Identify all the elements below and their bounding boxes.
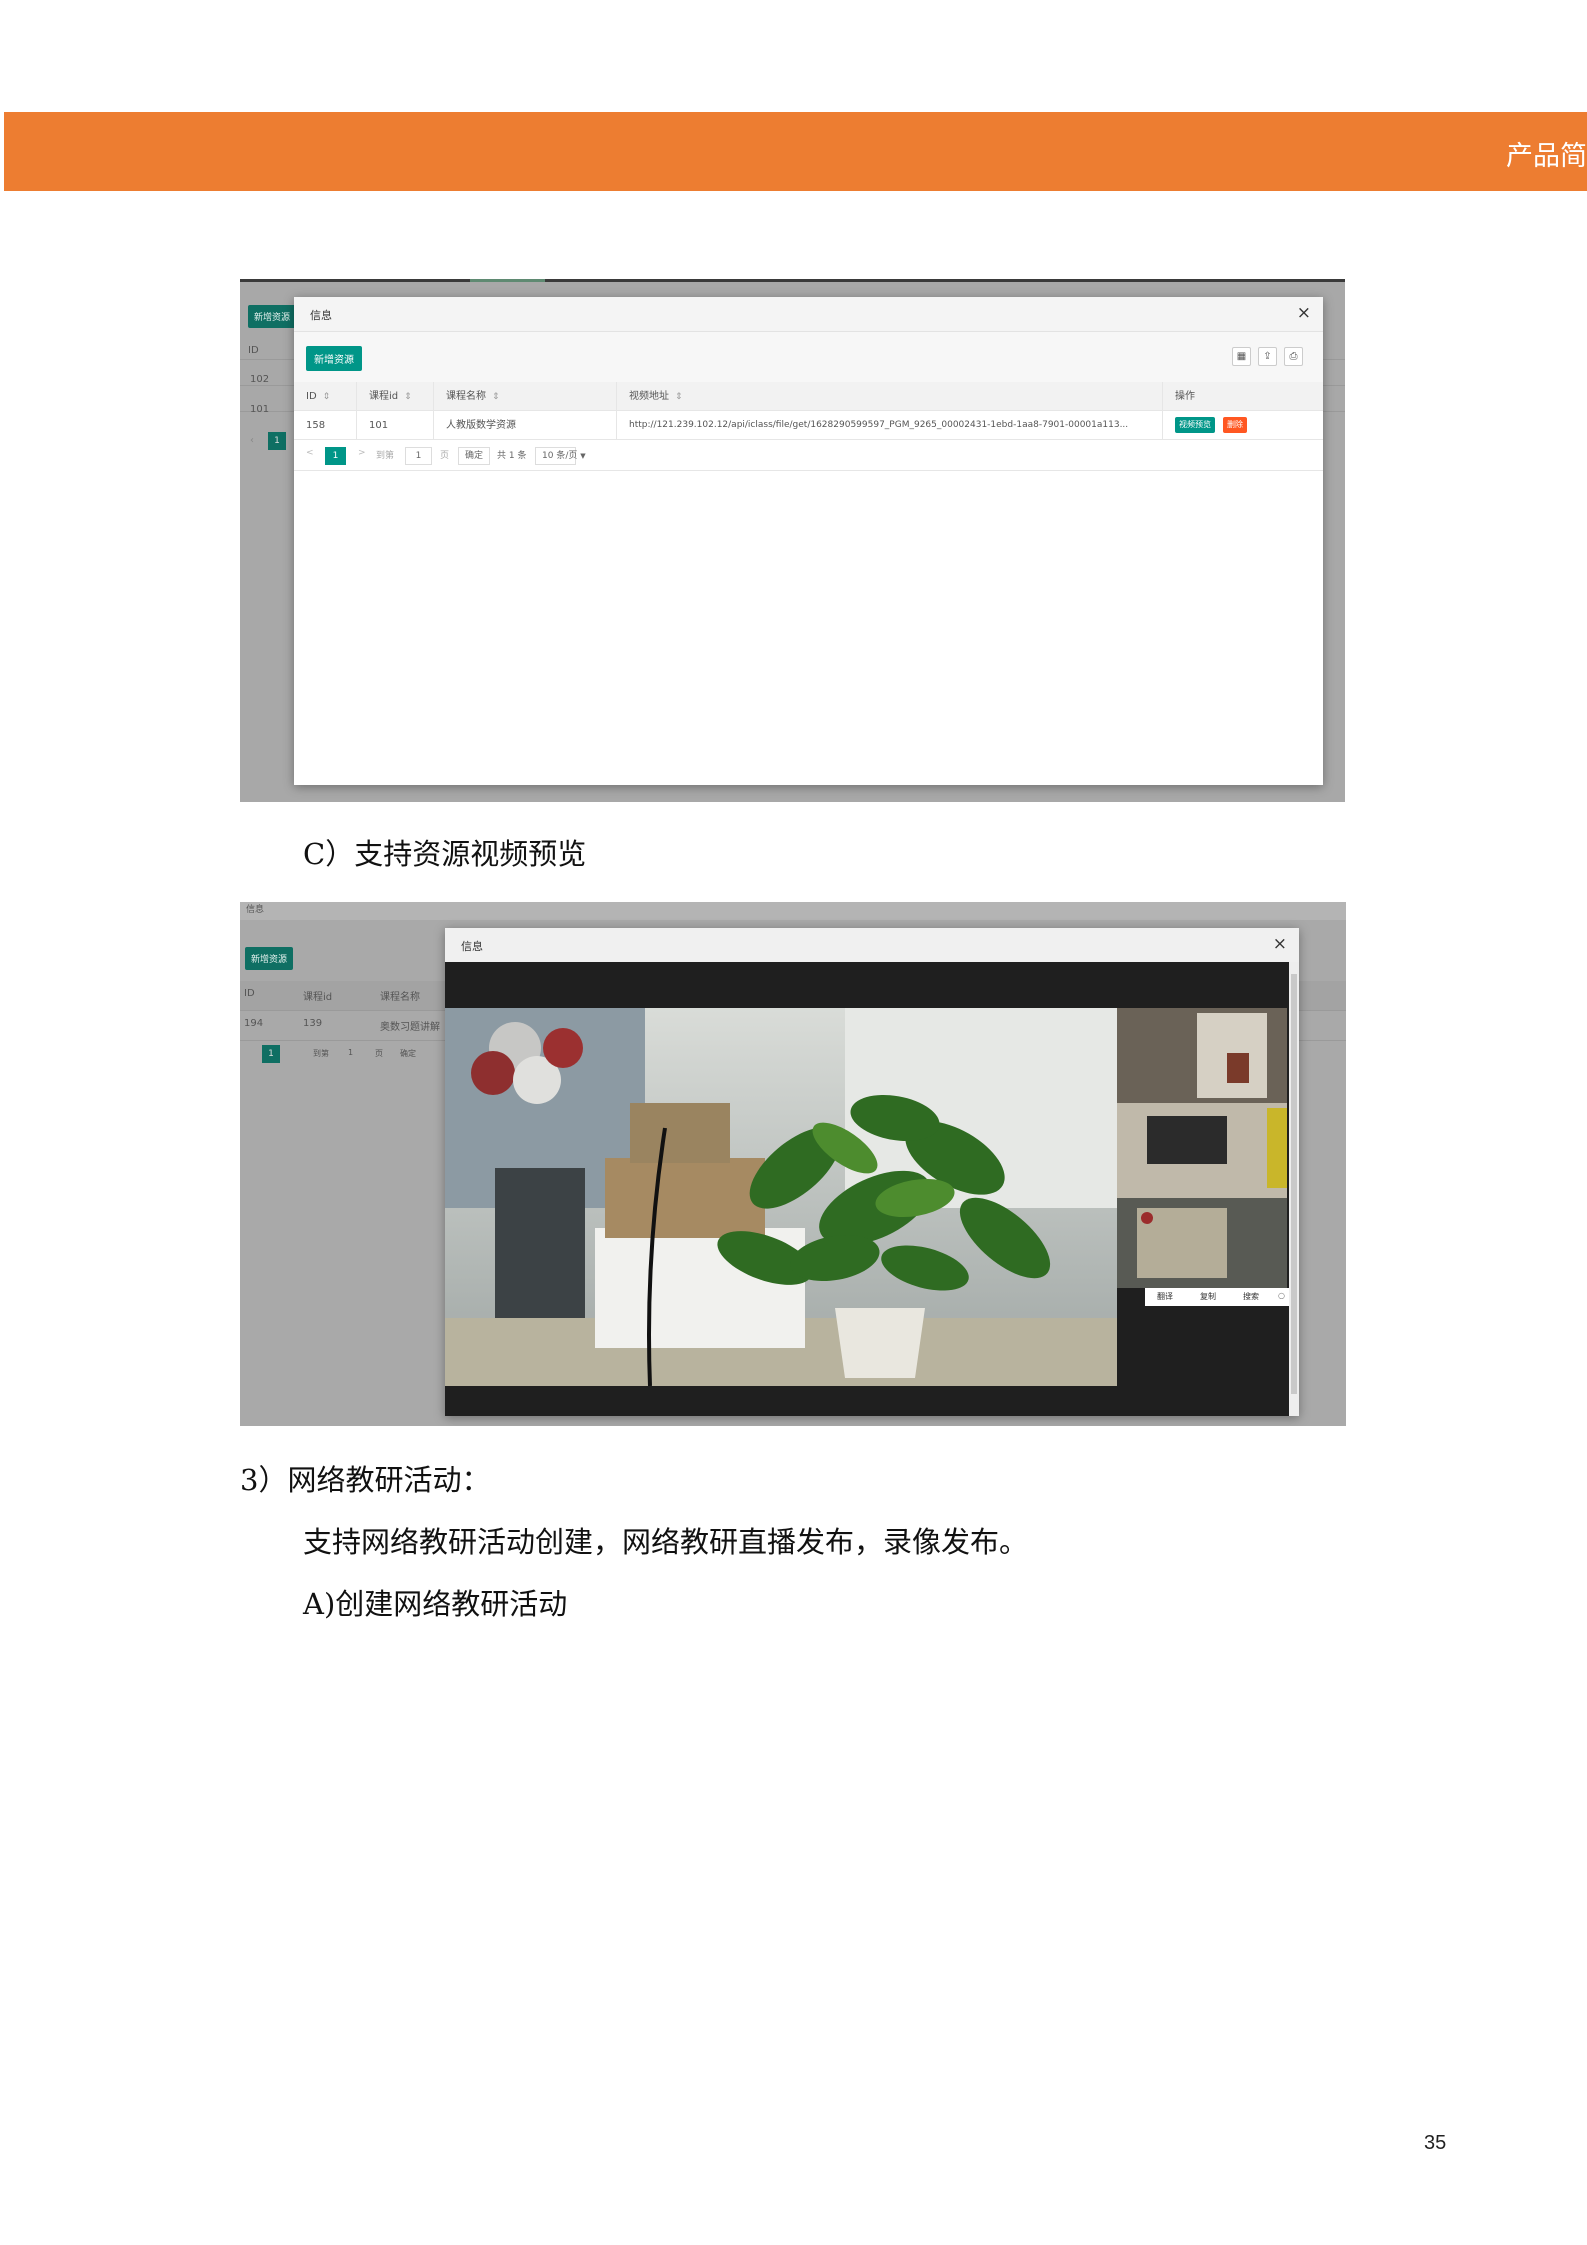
prev-page-icon[interactable]: <: [306, 448, 314, 458]
section-heading: 3）网络教研活动：: [240, 1463, 491, 1497]
cell-course-name: 人教版数学资源: [434, 411, 617, 439]
video-preview-dialog: 信息 × 翻译 复制 搜索 ○: [445, 928, 1299, 1416]
sort-icon: ⇕: [404, 392, 412, 402]
chevron-down-icon: ▼: [580, 452, 586, 460]
screenshot-video-preview: 信息 新增资源 ID 课程id 课程名称 194 139 奥数习题讲解 1 到第…: [240, 902, 1346, 1426]
background-row-id: 102: [250, 374, 270, 385]
header-title: 产品简: [1506, 141, 1587, 172]
section-paragraph: 支持网络教研活动创建，网络教研直播发布，录像发布。: [303, 1525, 1029, 1559]
background-topbar: [240, 902, 1346, 920]
background-confirm-button[interactable]: 确定: [400, 1048, 416, 1059]
dialog-toolbar: 新增资源 ▦ ⇪ ⎙: [294, 332, 1323, 382]
settings-circle-icon[interactable]: ○: [1278, 1291, 1285, 1300]
background-row-course-name: 奥数习题讲解: [380, 1022, 440, 1033]
close-icon[interactable]: ×: [1297, 303, 1311, 323]
column-header-video-url[interactable]: 视频地址 ⇕: [617, 382, 1163, 410]
background-page-unit: 页: [375, 1049, 383, 1058]
current-page[interactable]: 1: [325, 447, 346, 465]
page-unit-label: 页: [440, 451, 450, 461]
context-menu: 翻译 复制 搜索 ○: [1145, 1288, 1290, 1306]
dialog-title: 信息: [310, 309, 332, 322]
dialog-scrollbar[interactable]: [1289, 962, 1299, 1416]
header-band: 产品简: [4, 112, 1587, 191]
background-col-course-name: 课程名称: [380, 992, 420, 1003]
cell-id: 158: [294, 411, 357, 439]
video-player[interactable]: [445, 1008, 1117, 1386]
background-prev-icon[interactable]: ‹: [250, 435, 254, 446]
resource-dialog: 信息 × 新增资源 ▦ ⇪ ⎙ ID ⇕ 课程id ⇕ 课程名称 ⇕ 视频地址 ⇕ 操作…: [294, 297, 1323, 785]
goto-confirm-button[interactable]: 确定: [458, 447, 491, 465]
menu-item-search[interactable]: 搜索: [1243, 1291, 1259, 1302]
table-header-row: ID ⇕ 课程id ⇕ 课程名称 ⇕ 视频地址 ⇕ 操作: [294, 382, 1323, 411]
export-icon[interactable]: ⇪: [1258, 347, 1277, 366]
sort-icon: ⇕: [322, 392, 331, 402]
background-col-course-id: 课程id: [303, 992, 333, 1003]
screenshot-resource-dialog: 新增资源 ID 102 101 ‹ 1 信息 × 新增资源 ▦ ⇪ ⎙ ID ⇕ …: [240, 279, 1345, 802]
pagination: < 1 > 到第 1 页 确定 共 1 条 10 条/页 ▼: [294, 441, 1323, 471]
dialog-title: 信息: [461, 940, 483, 953]
column-header-course-name[interactable]: 课程名称 ⇕: [434, 382, 617, 410]
background-page-current[interactable]: 1: [268, 432, 286, 450]
table-row: 158 101 人教版数学资源 http://121.239.102.12/ap…: [294, 411, 1323, 440]
sort-icon: ⇕: [492, 392, 500, 402]
per-page-select[interactable]: 10 条/页 ▼: [535, 447, 586, 465]
cell-course-id: 101: [357, 411, 434, 439]
background-add-button[interactable]: 新增资源: [245, 947, 294, 970]
goto-label: 到第: [376, 451, 395, 461]
section-item-a: A)创建网络教研活动: [303, 1587, 568, 1621]
background-page-current[interactable]: 1: [262, 1045, 280, 1063]
background-row-course-id: 139: [303, 1018, 323, 1029]
total-count: 共 1 条: [497, 451, 527, 461]
resource-table: ID ⇕ 课程id ⇕ 课程名称 ⇕ 视频地址 ⇕ 操作 158 101 人教版数学资源…: [294, 382, 1323, 440]
dialog-header: 信息 ×: [445, 928, 1299, 962]
camera-thumbnails: [1117, 1008, 1287, 1288]
sort-icon: ⇕: [675, 392, 683, 402]
column-header-actions: 操作: [1175, 391, 1195, 402]
columns-icon[interactable]: ▦: [1232, 347, 1251, 366]
camera-thumbnail-images: [1117, 1008, 1287, 1288]
goto-page-input[interactable]: 1: [405, 447, 432, 465]
column-header-id[interactable]: ID ⇕: [294, 382, 357, 410]
scrollbar-thumb[interactable]: [1291, 974, 1297, 1394]
video-frame-image: [445, 1008, 1117, 1386]
close-icon[interactable]: ×: [1273, 934, 1287, 954]
video-preview-button[interactable]: 视频预览: [1175, 417, 1215, 433]
background-goto-label: 到第: [313, 1049, 329, 1058]
cell-video-url: http://121.239.102.12/api/iclass/file/ge…: [617, 411, 1163, 439]
background-title: 信息: [246, 905, 265, 915]
next-page-icon[interactable]: >: [358, 448, 366, 458]
page-number: 35: [1424, 2132, 1447, 2154]
background-add-button[interactable]: 新增资源: [248, 305, 297, 328]
print-icon[interactable]: ⎙: [1284, 347, 1303, 366]
background-row-id: 101: [250, 404, 270, 415]
menu-item-translate[interactable]: 翻译: [1157, 1291, 1173, 1302]
background-col-id: ID: [244, 988, 255, 999]
top-divider-accent: [470, 279, 545, 282]
dialog-header: 信息 ×: [294, 297, 1323, 332]
delete-button[interactable]: 删除: [1223, 417, 1247, 433]
background-row-id: 194: [244, 1018, 264, 1029]
add-resource-button[interactable]: 新增资源: [306, 346, 362, 371]
cell-actions: 视频预览 删除: [1163, 411, 1323, 439]
column-header-course-id[interactable]: 课程id ⇕: [357, 382, 434, 410]
background-goto-value: 1: [348, 1048, 354, 1057]
caption-video-preview: C）支持资源视频预览: [303, 837, 587, 871]
top-divider: [240, 279, 1345, 282]
menu-item-copy[interactable]: 复制: [1200, 1291, 1216, 1302]
